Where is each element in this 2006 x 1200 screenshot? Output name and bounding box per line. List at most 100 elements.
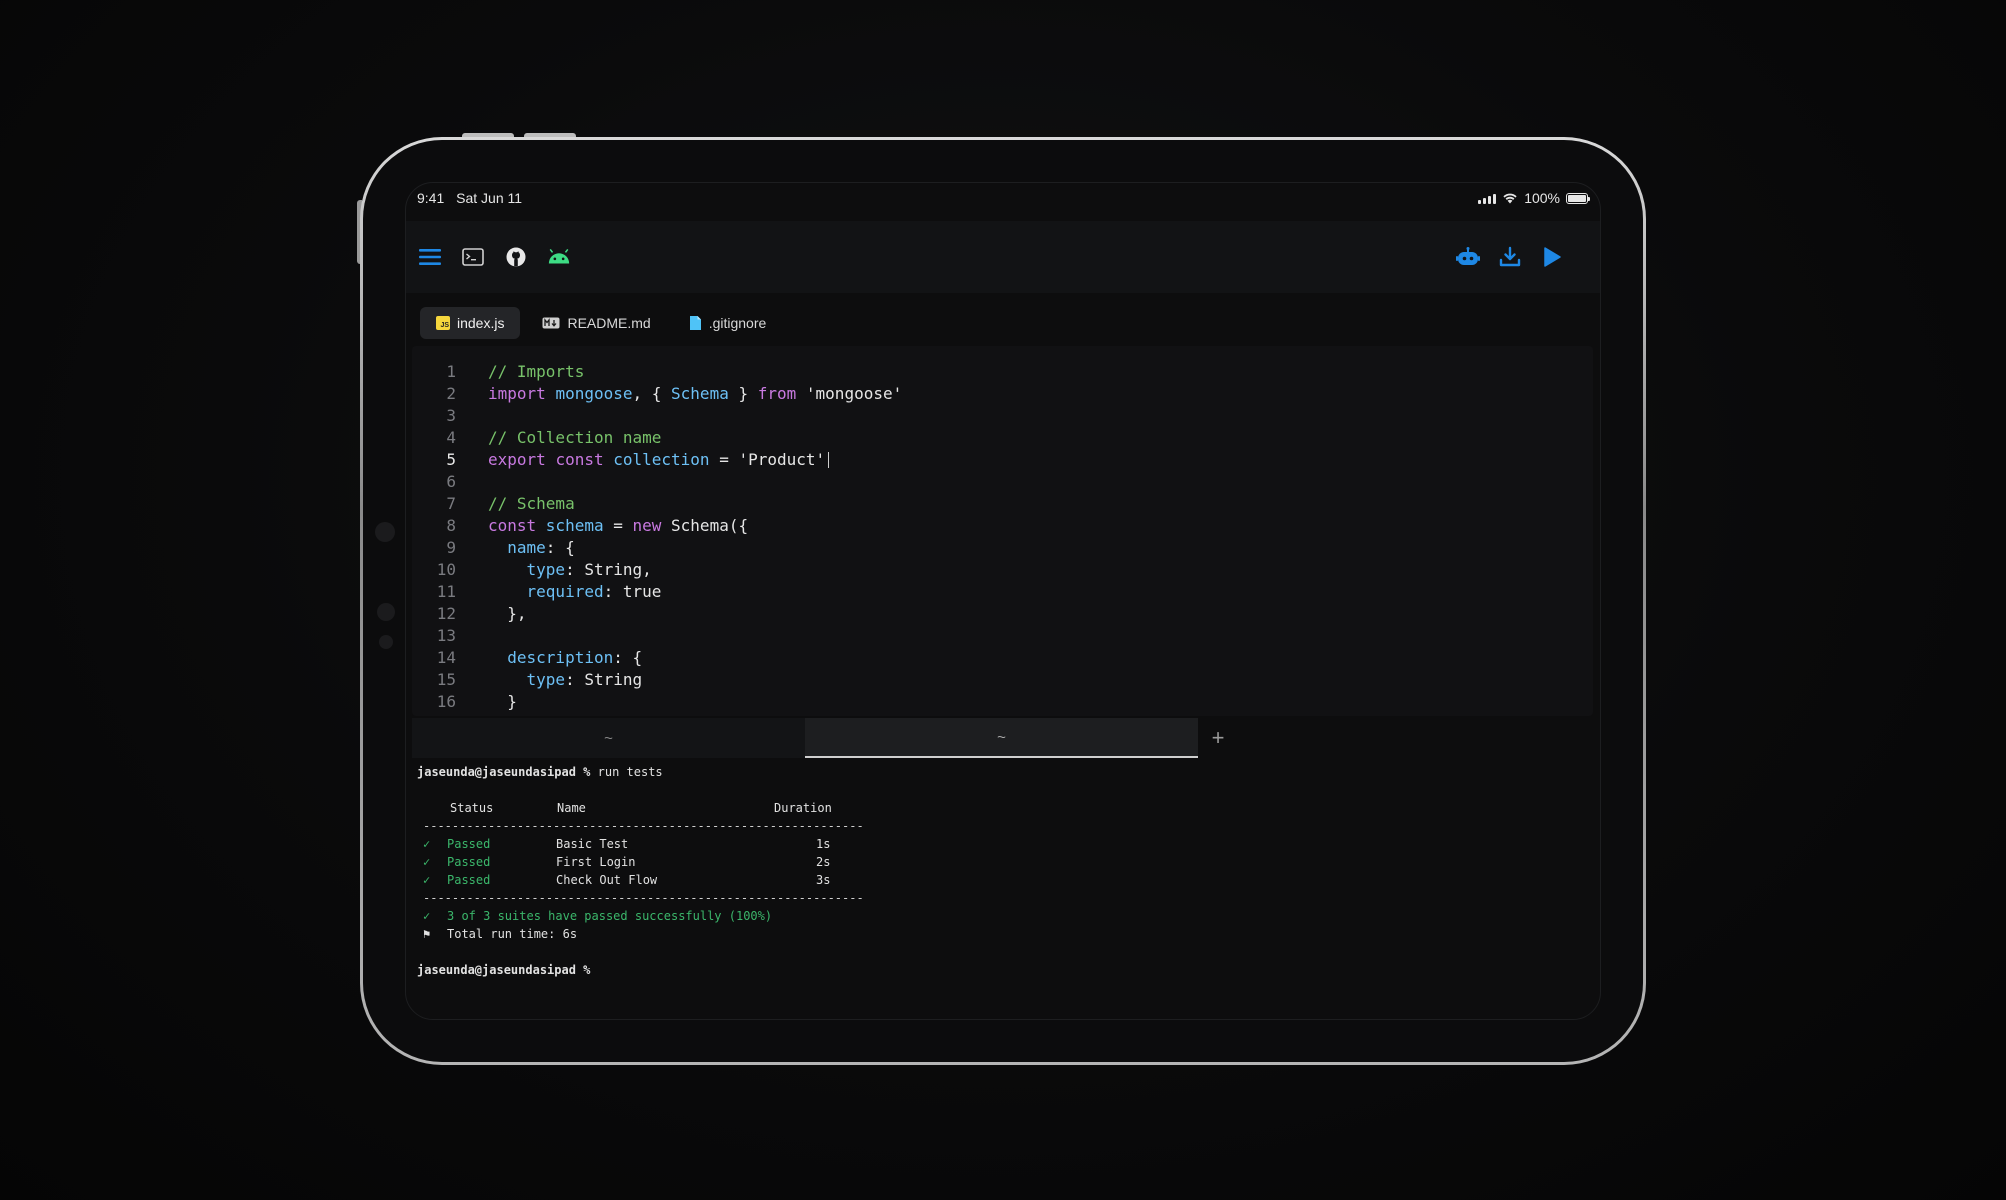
result-duration: 3s — [816, 873, 831, 887]
flag-icon: ⚑ — [423, 927, 431, 941]
code-token: : { — [613, 647, 643, 667]
line-number: 8 — [446, 515, 456, 535]
github-button[interactable] — [504, 245, 528, 269]
tab-gitignore[interactable]: .gitignore — [673, 307, 783, 339]
menu-icon — [419, 249, 441, 265]
code-token: mongoose — [555, 383, 633, 403]
terminal-tabs: ~ ~ + — [412, 718, 1593, 758]
tab-readme-md[interactable]: README.md — [526, 307, 666, 339]
add-terminal-button[interactable]: + — [1198, 718, 1238, 758]
line-number: 1 — [446, 361, 456, 381]
code-line: 13 — [412, 624, 456, 646]
code-token: import — [488, 383, 556, 403]
terminal-command: run tests — [597, 765, 663, 779]
code-token: type — [526, 669, 566, 689]
sensor-dot — [379, 635, 393, 649]
code-line: 1 // Imports — [412, 360, 584, 382]
download-button[interactable] — [1498, 245, 1522, 269]
line-number: 15 — [436, 669, 456, 689]
code-line: 2 import mongoose, { Schema } from 'mongo… — [412, 382, 902, 404]
summary-check-icon: ✓ — [423, 909, 431, 923]
status-time: 9:41 — [417, 190, 445, 206]
download-icon — [1499, 246, 1521, 267]
code-token: : { — [545, 537, 575, 557]
android-button[interactable] — [547, 245, 571, 269]
text-cursor — [828, 452, 830, 468]
code-text: required: true — [488, 581, 662, 601]
line-number: 16 — [436, 691, 456, 711]
code-token: collection — [613, 449, 710, 469]
check-icon: ✓ — [423, 855, 431, 869]
code-line: 15 type: String — [412, 668, 642, 690]
tab-label: index.js — [457, 315, 505, 331]
menu-button[interactable] — [418, 245, 442, 269]
line-number: 5 — [446, 449, 456, 469]
result-name: First Login — [556, 855, 636, 869]
ai-assistant-button[interactable] — [1456, 245, 1480, 269]
file-tabs: JS index.js README.md .gitignore — [420, 307, 782, 339]
terminal-tab-2[interactable]: ~ — [805, 718, 1198, 758]
line-number: 12 — [436, 603, 456, 623]
code-line: 12 }, — [412, 602, 527, 624]
status-date: Sat Jun 11 — [456, 190, 523, 206]
code-token: 'mongoose' — [805, 383, 903, 403]
code-token: required — [526, 581, 604, 601]
markdown-file-icon — [542, 317, 560, 329]
github-icon — [506, 247, 526, 267]
file-icon — [689, 316, 701, 330]
code-line: 8 const schema = new Schema({ — [412, 514, 748, 536]
code-token: export — [488, 449, 556, 469]
line-number: 4 — [446, 427, 456, 447]
code-token: : String — [565, 669, 643, 689]
terminal-prompt: jaseunda@jaseundasipad % — [417, 765, 591, 779]
check-icon: ✓ — [423, 837, 431, 851]
line-number: 9 — [446, 537, 456, 557]
summary-line: 3 of 3 suites have passed successfully (… — [447, 909, 773, 923]
code-editor[interactable]: 1 // Imports 2 import mongoose, { Schema } … — [412, 346, 1593, 716]
code-line: 6 — [412, 470, 456, 492]
code-text: } — [488, 692, 517, 711]
camera-dot — [375, 522, 395, 542]
tab-index-js[interactable]: JS index.js — [420, 307, 521, 339]
code-token: // Schema — [488, 493, 575, 513]
result-name: Check Out Flow — [556, 873, 658, 887]
code-token: schema — [545, 515, 604, 535]
terminal-tab-1[interactable]: ~ — [412, 718, 805, 758]
code-token: : String, — [565, 559, 652, 579]
code-text: export const collection = 'Product' — [488, 449, 830, 469]
separator: ----------------------------------------… — [423, 891, 864, 905]
code-line: 14 description: { — [412, 646, 642, 668]
code-token: = — [709, 449, 739, 469]
terminal-button[interactable] — [461, 245, 485, 269]
screen: 9:41 Sat Jun 11 100% JS index.js README.… — [405, 182, 1601, 1020]
run-button[interactable] — [1540, 245, 1564, 269]
code-token: // Imports — [488, 361, 585, 381]
code-text: type: String — [488, 669, 643, 689]
code-line: 5 export const collection = 'Product' — [412, 448, 830, 470]
code-text: name: { — [488, 537, 575, 557]
line-number: 3 — [446, 405, 456, 425]
header-duration: Duration — [774, 801, 832, 815]
line-number: 2 — [446, 383, 456, 403]
code-line: 9 name: { — [412, 536, 574, 558]
result-status: Passed — [447, 837, 491, 851]
battery-percent: 100% — [1524, 190, 1560, 206]
code-line: 4 // Collection name — [412, 426, 661, 448]
terminal-prompt: jaseunda@jaseundasipad % — [417, 963, 591, 977]
code-token: , { — [632, 383, 672, 403]
code-line: 16 } — [412, 690, 517, 712]
code-text: type: String, — [488, 560, 652, 579]
code-text: import mongoose, { Schema } from 'mongoo… — [488, 384, 902, 403]
code-token: : true — [603, 581, 662, 601]
code-token: // Collection name — [488, 427, 662, 447]
code-token: from — [757, 383, 806, 403]
code-token: description — [507, 647, 614, 667]
code-token: } — [488, 691, 517, 711]
result-status: Passed — [447, 855, 491, 869]
code-token: const — [488, 515, 546, 535]
result-duration: 2s — [816, 855, 831, 869]
js-file-icon: JS — [436, 316, 450, 330]
code-token: const — [555, 449, 614, 469]
